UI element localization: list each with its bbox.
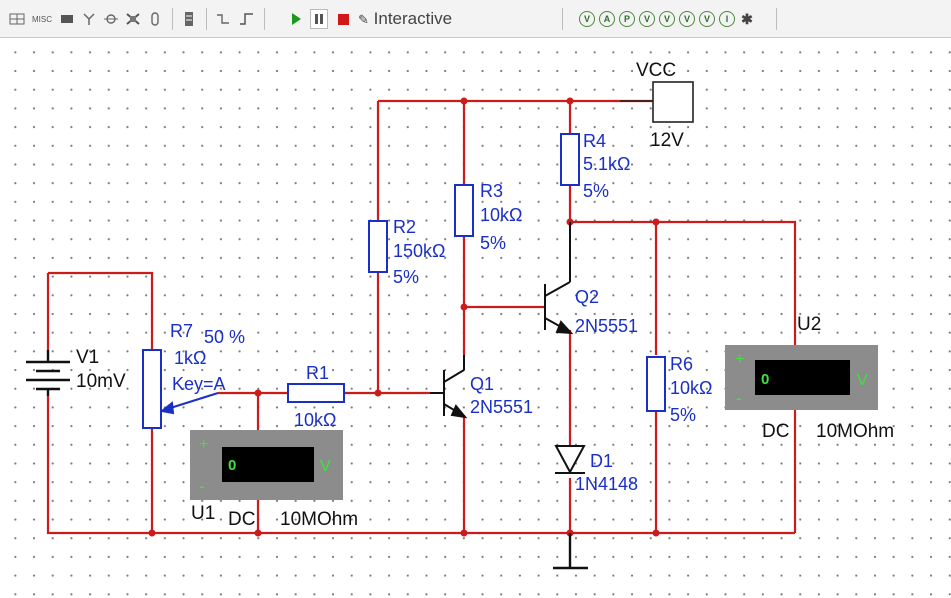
- resistor-r2[interactable]: [368, 220, 388, 273]
- junction-dot: [460, 97, 468, 105]
- r6-tolerance: 5%: [670, 405, 696, 425]
- r7-percent: 50 %: [204, 327, 245, 347]
- u2-unit: V: [857, 372, 868, 389]
- resistor-r1[interactable]: [287, 383, 345, 403]
- u1-minus: -: [199, 476, 205, 496]
- r6-name: R6: [670, 354, 693, 374]
- junction-dot: [652, 218, 660, 226]
- u1-plus: +: [199, 436, 208, 453]
- pot-wiper[interactable]: [159, 392, 219, 415]
- u2-plus: +: [735, 351, 744, 368]
- vcc-value: 12V: [650, 130, 684, 151]
- r4-name: R4: [583, 131, 606, 151]
- resistor-r3[interactable]: [454, 184, 474, 237]
- q1-model: 2N5551: [470, 397, 533, 417]
- d1-name: D1: [590, 451, 613, 471]
- r7-name: R7: [170, 321, 193, 341]
- r2-value: 150kΩ: [393, 241, 446, 261]
- junction-dot: [254, 529, 262, 537]
- u2-minus: -: [736, 388, 742, 408]
- junction-dot: [566, 97, 574, 105]
- u1-mode: DC: [228, 509, 255, 530]
- resistor-r4[interactable]: [560, 133, 580, 186]
- v1-name: V1: [76, 347, 99, 368]
- resistor-r6[interactable]: [646, 356, 666, 412]
- u2-impedance: 10MOhm: [816, 421, 894, 442]
- wire[interactable]: [48, 271, 154, 350]
- r6-value: 10kΩ: [670, 378, 712, 398]
- multimeter-u2[interactable]: [725, 345, 878, 410]
- q1-name: Q1: [470, 374, 494, 394]
- ground-symbol[interactable]: [553, 533, 588, 570]
- r4-tolerance: 5%: [583, 181, 609, 201]
- r2-name: R2: [393, 217, 416, 237]
- junction-dot: [460, 529, 468, 537]
- diode-d1[interactable]: [554, 445, 586, 475]
- junction-dot: [254, 389, 262, 397]
- vcc-label: VCC: [636, 60, 676, 81]
- wires: [46, 99, 797, 535]
- u1-impedance: 10MOhm: [280, 509, 358, 530]
- transistor-q2[interactable]: [544, 222, 574, 335]
- q2-name: Q2: [575, 287, 599, 307]
- schematic: VCC 12V + - 0 V + - 0 V R2 150kΩ 5% R3 1…: [26, 60, 894, 570]
- battery-v1[interactable]: [26, 350, 70, 396]
- junction-dot: [374, 389, 382, 397]
- d1-model: 1N4148: [575, 474, 638, 494]
- v1-value: 10mV: [76, 371, 126, 392]
- r7-value: 1kΩ: [174, 348, 206, 368]
- junction-dot: [148, 529, 156, 537]
- q2-model: 2N5551: [575, 316, 638, 336]
- junction-dot: [652, 529, 660, 537]
- r3-name: R3: [480, 181, 503, 201]
- r3-value: 10kΩ: [480, 205, 522, 225]
- r3-tolerance: 5%: [480, 233, 506, 253]
- u2-name: U2: [797, 314, 821, 335]
- u2-reading: 0: [761, 371, 769, 388]
- r7-key: Key=A: [172, 374, 226, 394]
- u1-unit: V: [320, 458, 331, 475]
- r1-value: 10kΩ: [294, 410, 336, 430]
- u2-mode: DC: [762, 421, 789, 442]
- r1-name: R1: [306, 363, 329, 383]
- r2-tolerance: 5%: [393, 267, 419, 287]
- r4-value: 5.1kΩ: [583, 154, 630, 174]
- potentiometer-r7[interactable]: [142, 349, 162, 429]
- u1-reading: 0: [228, 457, 236, 474]
- transistor-q1[interactable]: [430, 355, 468, 419]
- u1-name: U1: [191, 503, 215, 524]
